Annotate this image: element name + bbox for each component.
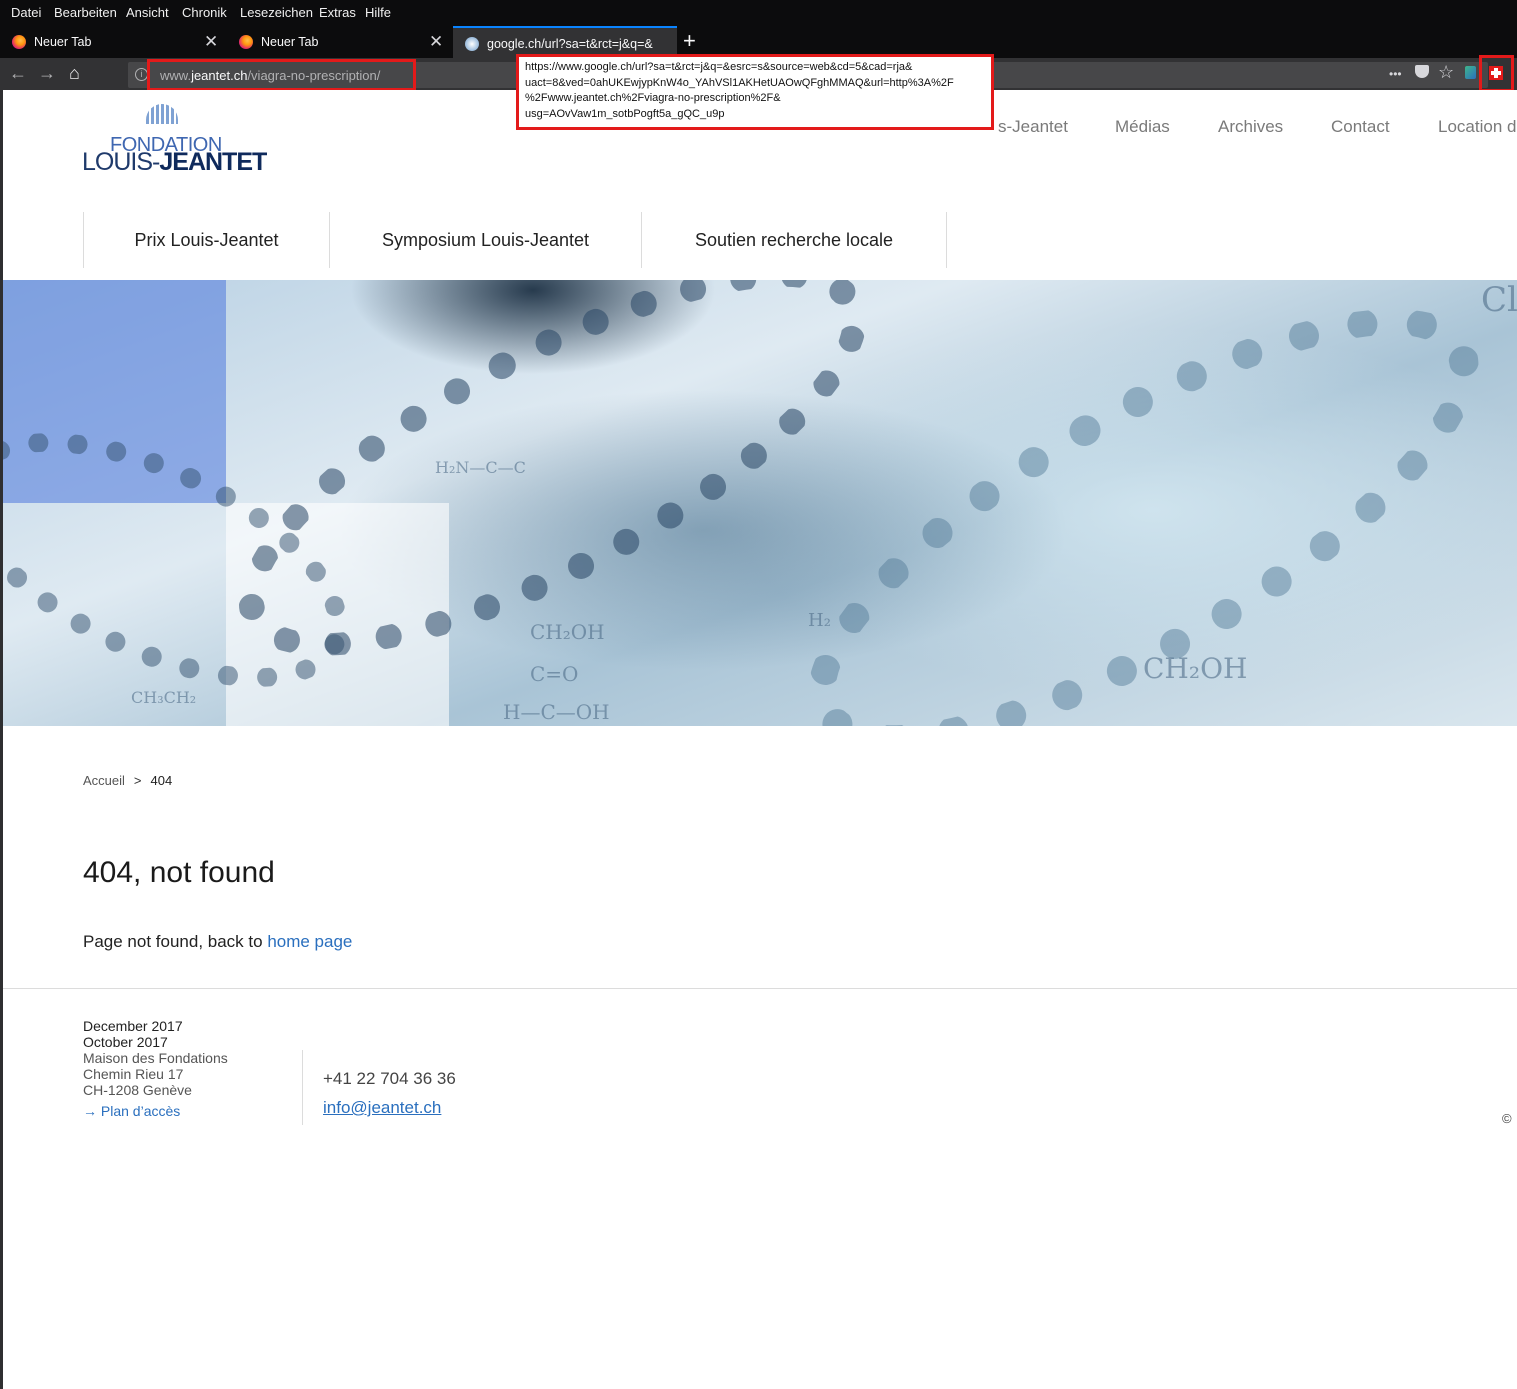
menu-ansicht[interactable]: Ansicht (126, 5, 169, 20)
hero-formula: CH₂OH (530, 620, 605, 644)
nav-about[interactable]: s-Jeantet (998, 117, 1068, 137)
breadcrumb-home[interactable]: Accueil (83, 773, 125, 788)
hero-formula: H—C—OH (503, 700, 610, 724)
firefox-icon (12, 35, 26, 49)
firefox-icon (239, 35, 253, 49)
close-icon[interactable]: ✕ (429, 32, 443, 52)
copyright: © (1502, 1111, 1512, 1126)
menu-bearbeiten[interactable]: Bearbeiten (54, 5, 117, 20)
logo-line2: LOUIS-JEANTET (82, 148, 267, 176)
star-bookmark-icon[interactable]: ☆ (1438, 62, 1454, 83)
web-page: FONDATION LOUIS-JEANTET s-Jeantet Médias… (0, 90, 1517, 1389)
breadcrumb: Accueil >404 (83, 773, 172, 788)
tab-neuer-tab-1[interactable]: Neuer Tab ✕ (0, 26, 227, 58)
page-title: 404, not found (83, 856, 275, 889)
tab-neuer-tab-2[interactable]: Neuer Tab ✕ (227, 26, 453, 58)
subnav-soutien[interactable]: Soutien recherche locale (641, 212, 946, 268)
dna-helix-shape (748, 280, 1517, 726)
footer-email-link[interactable]: info@jeantet.ch (323, 1098, 441, 1118)
menu-bar: Datei Bearbeiten Ansicht Chronik Lesezei… (0, 0, 1517, 26)
footer-divider (3, 988, 1517, 989)
footer-address: December 2017 October 2017 Maison des Fo… (83, 1018, 228, 1119)
nav-location[interactable]: Location d (1438, 117, 1516, 137)
footer-date: December 2017 (83, 1018, 183, 1034)
tab-title: Neuer Tab (34, 35, 92, 49)
hero-formula: CH₃CH₂ (131, 688, 197, 707)
menu-datei[interactable]: Datei (11, 5, 41, 20)
menu-lesezeichen[interactable]: Lesezeichen (240, 5, 313, 20)
subnav-divider (946, 212, 947, 268)
puzzle-icon[interactable] (1465, 66, 1476, 79)
home-icon[interactable]: ⌂ (69, 63, 80, 84)
nav-contact[interactable]: Contact (1331, 117, 1390, 137)
address-line: CH-1208 Genève (83, 1082, 192, 1098)
menu-chronik[interactable]: Chronik (182, 5, 227, 20)
footer-column-divider (302, 1050, 303, 1125)
hero-formula: H₂ (808, 610, 831, 631)
footer-date: October 2017 (83, 1034, 168, 1050)
new-tab-button[interactable]: + (683, 28, 696, 54)
menu-hilfe[interactable]: Hilfe (365, 5, 391, 20)
breadcrumb-current: 404 (150, 773, 173, 788)
nav-medias[interactable]: Médias (1115, 117, 1170, 137)
fan-logo-icon (146, 104, 178, 124)
more-actions-icon[interactable]: ••• (1389, 67, 1402, 81)
menu-extras[interactable]: Extras (319, 5, 356, 20)
subnav-prix[interactable]: Prix Louis-Jeantet (83, 212, 329, 268)
close-icon[interactable]: ✕ (204, 32, 218, 52)
breadcrumb-separator: > (133, 773, 142, 788)
arrow-right-icon: → (83, 1103, 101, 1119)
hero-formula: H₂N—C—C (435, 458, 526, 477)
nav-archives[interactable]: Archives (1218, 117, 1283, 137)
address-line: Maison des Fondations (83, 1050, 228, 1066)
back-arrow-icon[interactable]: ← (9, 63, 27, 84)
url-highlight-box (147, 59, 416, 91)
link-url-tooltip: https://www.google.ch/url?sa=t&rct=j&q=&… (516, 54, 994, 130)
hero-formula: CH₂OH (1143, 652, 1248, 685)
forward-arrow-icon[interactable]: → (38, 63, 56, 84)
site-logo[interactable]: FONDATION LOUIS-JEANTET (82, 104, 267, 176)
hero-formula: Cl (1481, 280, 1517, 320)
window-edge (0, 90, 3, 1389)
address-line: Chemin Rieu 17 (83, 1066, 184, 1082)
subnav-symposium[interactable]: Symposium Louis-Jeantet (329, 212, 641, 268)
hero-banner-image: CH₂OH H₂N—C—C CH₂OH C=O H—C—OH CH₃CH₂ Cl… (3, 280, 1517, 726)
tab-title: google.ch/url?sa=t&rct=j&q=& (487, 37, 653, 51)
tab-title: Neuer Tab (261, 35, 319, 49)
map-link[interactable]: Plan d’accès (101, 1103, 180, 1119)
globe-icon (465, 37, 479, 51)
home-page-link[interactable]: home page (267, 932, 352, 951)
hero-formula: C=O (530, 662, 579, 686)
not-found-message: Page not found, back to home page (83, 932, 353, 951)
flag-highlight-box (1479, 55, 1514, 92)
footer-phone[interactable]: +41 22 704 36 36 (323, 1069, 456, 1089)
